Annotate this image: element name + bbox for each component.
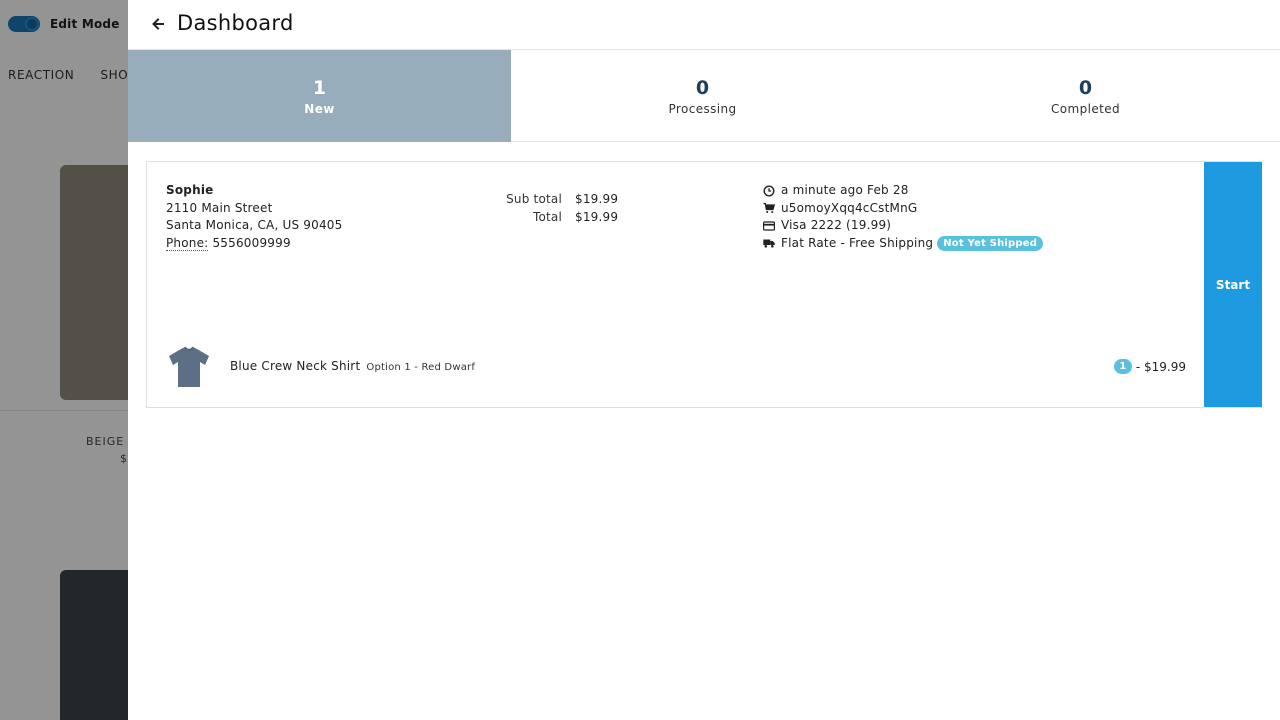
tab-processing[interactable]: 0 Processing <box>511 50 894 142</box>
shipping-row: Flat Rate - Free Shipping Not Yet Shippe… <box>763 235 1044 253</box>
tab-label: New <box>304 102 335 116</box>
tab-new[interactable]: 1 New <box>128 50 511 142</box>
order-totals: Sub total $19.99 Total $19.99 <box>487 191 618 226</box>
customer-name: Sophie <box>166 183 214 197</box>
credit-card-icon <box>763 221 775 231</box>
total-row: Total $19.99 <box>487 209 618 227</box>
customer-city: Santa Monica, CA, US 90405 <box>166 218 343 232</box>
cart-id-row: u5omoyXqq4cCstMnG <box>763 200 1043 218</box>
tab-label: Completed <box>1050 102 1121 116</box>
order-card: Sophie 2110 Main Street Santa Monica, CA… <box>146 161 1262 408</box>
clock-icon <box>763 185 775 197</box>
tab-count: 0 <box>1078 77 1093 99</box>
phone-label: Phone: <box>166 235 209 251</box>
customer-phone-row: Phone: 5556009999 <box>166 235 342 253</box>
page-title: Dashboard <box>177 11 294 35</box>
cart-icon <box>763 203 775 214</box>
shipping-method: Flat Rate - Free Shipping <box>781 235 934 250</box>
tab-count: 1 <box>312 77 327 99</box>
item-variant: Option 1 - Red Dwarf <box>366 362 476 373</box>
total-value: $19.99 <box>575 209 619 224</box>
dashboard-panel: Dashboard 1 New 0 Processing 0 Completed… <box>128 0 1280 720</box>
shipping-status-badge: Not Yet Shipped <box>937 235 1044 251</box>
cart-id: u5omoyXqq4cCstMnG <box>781 200 918 215</box>
start-button[interactable]: Start <box>1204 162 1262 407</box>
tab-label: Processing <box>668 102 737 116</box>
subtotal-label: Sub total <box>506 192 562 206</box>
item-title: Blue Crew Neck Shirt <box>230 359 361 373</box>
tab-completed[interactable]: 0 Completed <box>894 50 1277 142</box>
tab-count: 0 <box>695 77 710 99</box>
product-thumbnail[interactable] <box>166 344 212 390</box>
truck-icon <box>763 239 775 248</box>
order-time: a minute ago Feb 28 <box>781 183 909 197</box>
order-meta: a minute ago Feb 28 u5omoyXqq4cCstMnG Vi… <box>763 182 1044 253</box>
subtotal-row: Sub total $19.99 <box>487 191 618 209</box>
payment-row: Visa 2222 (19.99) <box>763 217 1043 235</box>
panel-header: Dashboard <box>128 0 1280 50</box>
order-time-row: a minute ago Feb 28 <box>763 182 1043 200</box>
customer-street: 2110 Main Street <box>166 200 273 215</box>
arrow-left-icon[interactable] <box>150 16 166 32</box>
quantity-badge: 1 <box>1113 359 1132 374</box>
total-label: Total <box>532 209 562 224</box>
customer-info: Sophie 2110 Main Street Santa Monica, CA… <box>166 182 342 252</box>
item-price: - $19.99 <box>1135 359 1186 374</box>
line-item: Blue Crew Neck Shirt Option 1 - Red Dwar… <box>166 342 1186 392</box>
payment-method: Visa 2222 (19.99) <box>781 218 892 232</box>
customer-phone: 5556009999 <box>212 235 291 250</box>
subtotal-value: $19.99 <box>575 192 619 206</box>
item-price-row: 1 - $19.99 <box>1113 359 1186 374</box>
item-title-row: Blue Crew Neck Shirt Option 1 - Red Dwar… <box>230 359 475 373</box>
status-tabs: 1 New 0 Processing 0 Completed <box>128 50 1280 142</box>
